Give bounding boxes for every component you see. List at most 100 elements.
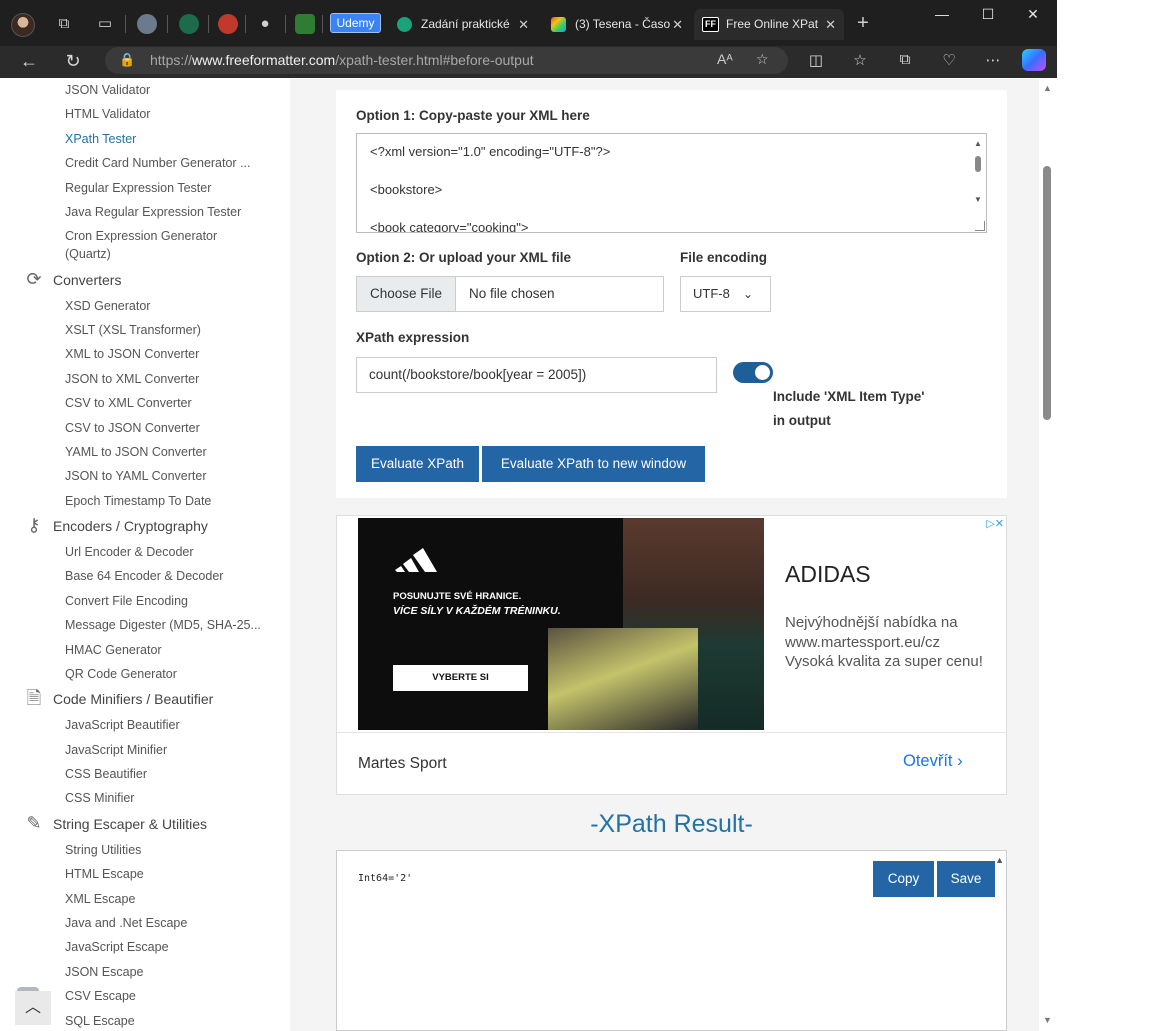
ad-title[interactable]: ADIDAS — [785, 561, 871, 588]
toggle-knob — [755, 365, 770, 380]
sidebar-item[interactable]: Url Encoder & Decoder — [65, 544, 194, 560]
result-panel: Int64='2' Copy Save ▲ — [336, 850, 1007, 1031]
sidebar-item-html-validator[interactable]: HTML Validator — [65, 106, 150, 122]
maximize-icon[interactable]: ☐ — [977, 6, 999, 23]
evaluate-new-window-button[interactable]: Evaluate XPath to new window — [482, 446, 705, 482]
sidebar-item-json-validator[interactable]: JSON Validator — [65, 82, 150, 98]
sidebar-item[interactable]: SQL Escape — [65, 1013, 135, 1029]
new-tab-icon[interactable]: + — [852, 13, 874, 35]
tab-favicon — [551, 17, 566, 32]
sidebar-item[interactable]: YAML to JSON Converter — [65, 444, 207, 460]
sidebar-item[interactable]: XML to JSON Converter — [65, 346, 199, 362]
scroll-thumb[interactable] — [975, 156, 981, 172]
ad-image-cta[interactable]: VYBERTE SI — [393, 665, 528, 691]
sidebar-item[interactable]: CSV Escape — [65, 988, 136, 1004]
toggle-label-line: Include 'XML Item Type' — [773, 389, 925, 404]
sidebar-item[interactable]: Message Digester (MD5, SHA-25... — [65, 617, 261, 633]
choose-file-button[interactable]: Choose File — [357, 277, 456, 311]
xpath-expression-input[interactable]: count(/bookstore/book[year = 2005]) — [356, 357, 717, 393]
sidebar-item[interactable]: XSLT (XSL Transformer) — [65, 322, 201, 338]
save-button[interactable]: Save — [937, 861, 995, 897]
file-upload-input[interactable]: Choose File No file chosen — [356, 276, 664, 312]
copilot-icon[interactable] — [1022, 49, 1046, 71]
sidebar-item[interactable]: Java and .Net Escape — [65, 915, 187, 931]
sidebar-item[interactable]: CSS Beautifier — [65, 766, 147, 782]
sidebar-item-xpath-tester[interactable]: XPath Tester — [65, 131, 136, 147]
close-window-icon[interactable]: ✕ — [1022, 6, 1044, 23]
advertisement[interactable]: POSUNUJTE SVÉ HRANICE. VÍCE SÍLY V KAŽDÉ… — [336, 515, 1007, 795]
copy-button[interactable]: Copy — [873, 861, 934, 897]
include-item-type-toggle[interactable] — [733, 362, 773, 383]
sidebar-item[interactable]: CSV to JSON Converter — [65, 420, 200, 436]
close-tab-icon[interactable]: ✕ — [825, 9, 836, 40]
profile-avatar[interactable] — [11, 13, 35, 37]
sidebar-item[interactable]: HMAC Generator — [65, 642, 162, 658]
github-icon[interactable]: ● — [254, 14, 276, 36]
scroll-top-chevron-icon[interactable]: ︿ — [15, 991, 51, 1025]
minimize-icon[interactable]: — — [931, 6, 953, 22]
sidebar-item[interactable]: String Utilities — [65, 842, 141, 858]
evaluate-xpath-button[interactable]: Evaluate XPath — [356, 446, 479, 482]
more-menu-icon[interactable]: ⋯ — [982, 51, 1004, 69]
sidebar-item-regex-tester[interactable]: Regular Expression Tester — [65, 180, 211, 196]
resize-grip-icon[interactable] — [975, 221, 985, 231]
scroll-up-icon[interactable]: ▲ — [1043, 83, 1052, 93]
sidebar-item[interactable]: JavaScript Beautifier — [65, 717, 180, 733]
sidebar-item[interactable]: Convert File Encoding — [65, 593, 188, 609]
sidebar-item[interactable]: JSON Escape — [65, 964, 144, 980]
tab-tesena[interactable]: (3) Tesena - Časo ✕ — [543, 9, 691, 40]
sidebar-item[interactable]: JSON to YAML Converter — [65, 468, 207, 484]
close-tab-icon[interactable]: ✕ — [672, 9, 683, 40]
split-screen-icon[interactable]: ◫ — [805, 51, 827, 69]
tab-zadani[interactable]: Zadání praktické ✕ — [389, 9, 537, 40]
sidebar-item[interactable]: JSON to XML Converter — [65, 371, 199, 387]
scroll-down-icon[interactable]: ▼ — [973, 195, 983, 204]
scroll-up-icon[interactable]: ▲ — [973, 139, 983, 148]
read-aloud-icon[interactable]: Aᴬ — [717, 51, 733, 67]
sidebar-item[interactable]: Epoch Timestamp To Date — [65, 493, 211, 509]
favorite-star-icon[interactable]: ☆ — [756, 51, 769, 68]
url-bar[interactable]: 🔒 https://www.freeformatter.com/xpath-te… — [105, 47, 788, 74]
close-tab-icon[interactable]: ✕ — [518, 9, 529, 40]
pinned-tab-icon[interactable] — [137, 14, 157, 34]
tab-actions-icon[interactable]: ▭ — [94, 14, 116, 36]
sidebar-item[interactable]: Base 64 Encoder & Decoder — [65, 568, 223, 584]
tab-title: (3) Tesena - Časo — [575, 17, 671, 31]
scroll-down-icon[interactable]: ▼ — [1043, 1015, 1052, 1025]
workspaces-icon[interactable]: ⧉ — [53, 14, 75, 36]
sidebar: JSON Validator HTML Validator XPath Test… — [7, 79, 290, 1031]
tab-freeformatter[interactable]: FF Free Online XPat ✕ — [694, 9, 844, 40]
collections-icon[interactable]: ⧉ — [894, 51, 916, 68]
pinned-tab-icon[interactable] — [295, 14, 315, 34]
pinned-tab-icon[interactable] — [218, 14, 238, 34]
sidebar-item[interactable]: QR Code Generator — [65, 666, 177, 682]
page-scrollbar[interactable]: ▲ ▼ — [1039, 79, 1057, 1031]
sidebar-item[interactable]: JavaScript Escape — [65, 939, 169, 955]
scroll-up-icon[interactable]: ▲ — [995, 855, 1004, 865]
sidebar-item[interactable]: CSS Minifier — [65, 790, 134, 806]
xml-line: <?xml version="1.0" encoding="UTF-8"?> — [370, 144, 611, 159]
refresh-icon[interactable]: ↻ — [61, 50, 85, 72]
sidebar-item-cron[interactable]: Cron Expression Generator — [65, 228, 217, 244]
sidebar-item[interactable]: JavaScript Minifier — [65, 742, 167, 758]
xml-textarea[interactable]: <?xml version="1.0" encoding="UTF-8"?> <… — [356, 133, 987, 233]
ad-open-link[interactable]: Otevřít › — [903, 752, 963, 771]
ad-image[interactable]: POSUNUJTE SVÉ HRANICE. VÍCE SÍLY V KAŽDÉ… — [358, 518, 764, 730]
browser-essentials-icon[interactable]: ♡ — [938, 51, 960, 69]
sidebar-heading-encoders: Encoders / Cryptography — [53, 518, 208, 534]
textarea-scrollbar[interactable]: ▲ ▼ — [973, 139, 983, 227]
encoding-select[interactable]: UTF-8 ⌄ — [680, 276, 771, 312]
scroll-thumb[interactable] — [1043, 166, 1051, 420]
sidebar-item-cron-quartz[interactable]: (Quartz) — [65, 246, 111, 262]
udemy-pinned-tab[interactable]: Udemy — [330, 13, 381, 33]
sidebar-item-credit-card[interactable]: Credit Card Number Generator ... — [65, 155, 251, 171]
pinned-tab-icon[interactable] — [179, 14, 199, 34]
adchoices-icon[interactable]: ▷✕ — [986, 517, 1004, 530]
sidebar-item-java-regex[interactable]: Java Regular Expression Tester — [65, 204, 241, 220]
sidebar-item[interactable]: HTML Escape — [65, 866, 144, 882]
sidebar-item[interactable]: CSV to XML Converter — [65, 395, 192, 411]
favorites-icon[interactable]: ☆ — [849, 51, 871, 69]
sidebar-item[interactable]: XSD Generator — [65, 298, 150, 314]
back-icon[interactable]: ← — [17, 50, 41, 72]
sidebar-item[interactable]: XML Escape — [65, 891, 135, 907]
